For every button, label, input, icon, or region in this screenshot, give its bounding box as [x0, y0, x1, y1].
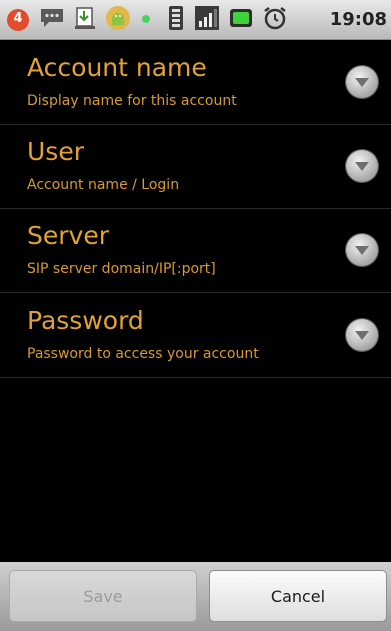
save-button[interactable]: Save: [9, 570, 197, 622]
pref-account-name[interactable]: Account name Display name for this accou…: [0, 41, 391, 125]
download-icon: [74, 6, 96, 34]
pref-server[interactable]: Server SIP server domain/IP[:port]: [0, 209, 391, 293]
notification-count: 4: [13, 10, 23, 26]
pref-password[interactable]: Password Password to access your account: [0, 294, 391, 378]
dropdown-arrow-icon[interactable]: [346, 234, 378, 266]
chat-icon: [39, 6, 65, 34]
pref-summary: Account name / Login: [27, 177, 180, 193]
cancel-button[interactable]: Cancel: [209, 570, 387, 622]
pref-title: User: [27, 137, 84, 166]
button-bar: Save Cancel: [0, 562, 391, 631]
pref-summary: Display name for this account: [27, 93, 237, 109]
pref-summary: Password to access your account: [27, 346, 259, 362]
battery-icon: [229, 6, 253, 34]
dropdown-arrow-icon[interactable]: [346, 319, 378, 351]
dot-icon: [140, 10, 152, 29]
sim-icon: [167, 5, 185, 35]
pref-title: Password: [27, 306, 144, 335]
notification-badge-icon: 4: [6, 8, 30, 32]
dropdown-arrow-icon[interactable]: [346, 150, 378, 182]
status-bar: 4 19:08: [0, 0, 391, 40]
pref-summary: SIP server domain/IP[:port]: [27, 261, 216, 277]
pref-title: Server: [27, 221, 109, 250]
status-time: 19:08: [329, 9, 387, 30]
signal-icon: [194, 5, 220, 35]
dropdown-arrow-icon[interactable]: [346, 66, 378, 98]
pref-user[interactable]: User Account name / Login: [0, 125, 391, 209]
android-icon: [105, 5, 131, 35]
pref-title: Account name: [27, 53, 207, 82]
alarm-icon: [262, 5, 288, 35]
